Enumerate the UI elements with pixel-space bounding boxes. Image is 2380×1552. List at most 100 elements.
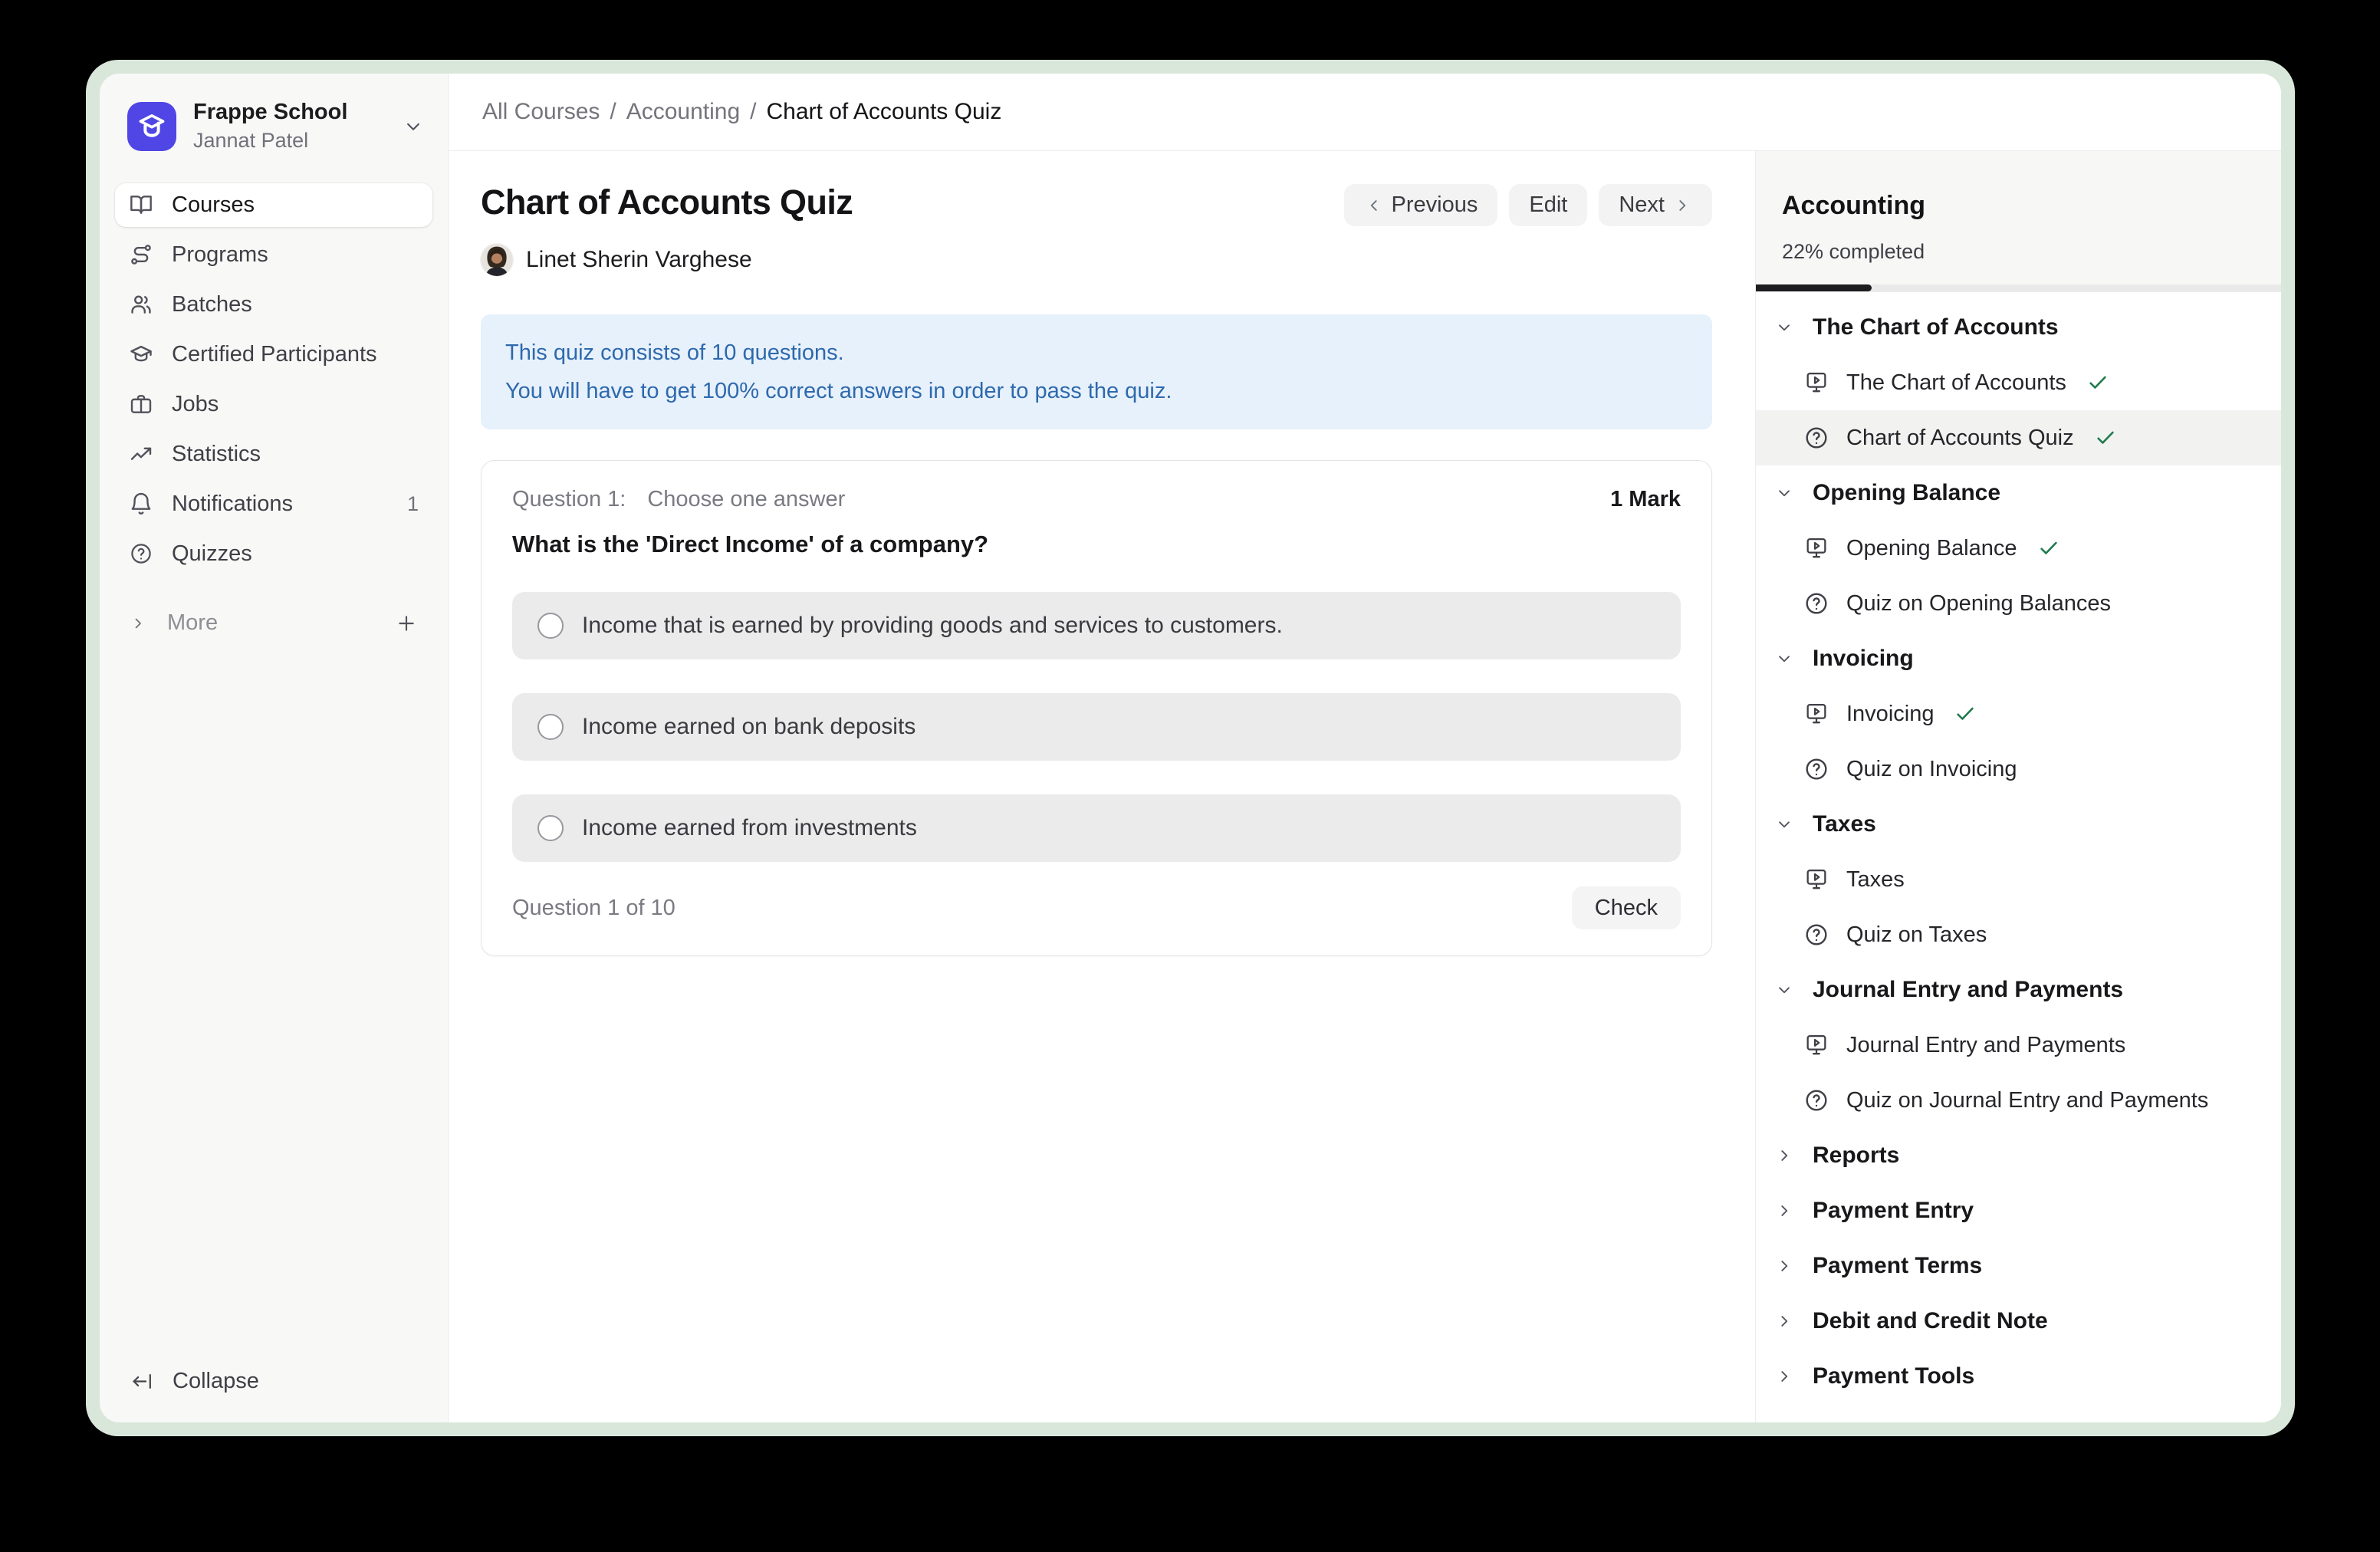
chevron-right-icon — [1672, 196, 1692, 215]
chapter-reports[interactable]: Reports — [1756, 1128, 2281, 1183]
chapter-the-chart-of-accounts[interactable]: The Chart of Accounts — [1756, 300, 2281, 355]
lesson-opening-balance[interactable]: Opening Balance — [1756, 521, 2281, 576]
lesson-quiz-on-invoicing[interactable]: Quiz on Invoicing — [1756, 741, 2281, 797]
chapter-taxes[interactable]: Taxes — [1756, 797, 2281, 852]
lesson-quiz-on-journal-entry-and-payments[interactable]: Quiz on Journal Entry and Payments — [1756, 1073, 2281, 1128]
notification-count-badge: 1 — [407, 492, 419, 516]
lesson-quiz-on-opening-balances[interactable]: Quiz on Opening Balances — [1756, 576, 2281, 631]
monitor-play-icon — [1803, 370, 1829, 396]
sidebar-item-label: Courses — [172, 192, 255, 218]
radio-button[interactable] — [537, 613, 564, 639]
chevron-down-icon — [1774, 814, 1794, 834]
breadcrumb: All Courses / Accounting / Chart of Acco… — [449, 74, 2281, 151]
breadcrumb-current: Chart of Accounts Quiz — [767, 99, 1002, 125]
check-button[interactable]: Check — [1572, 886, 1681, 929]
chapter-title: Debit and Credit Note — [1813, 1308, 2048, 1334]
lesson-title: Opening Balance — [1846, 536, 2017, 561]
chevron-down-icon — [1774, 483, 1794, 503]
frappe-school-logo — [127, 102, 176, 151]
check-icon — [2086, 371, 2109, 394]
monitor-play-icon — [1803, 701, 1829, 727]
question-marks: 1 Mark — [1610, 487, 1681, 512]
sidebar-nav: Courses Programs Batches Certified Particip… — [100, 183, 448, 576]
chapter-title: Payment Terms — [1813, 1253, 1982, 1279]
book-open-icon — [129, 192, 153, 217]
lesson-title: Invoicing — [1846, 702, 1934, 727]
quiz-notice: This quiz consists of 10 questions. You … — [481, 314, 1712, 429]
sidebar-item-quizzes[interactable]: Quizzes — [115, 532, 432, 576]
quiz-page: Chart of Accounts Quiz Previous Edit Nex… — [449, 151, 1755, 1422]
lesson-title: Journal Entry and Payments — [1846, 1033, 2125, 1058]
monitor-play-icon — [1803, 535, 1829, 561]
option-label: Income that is earned by providing goods… — [582, 613, 1283, 639]
graduation-cap-icon — [129, 342, 153, 367]
route-icon — [129, 242, 153, 267]
chapter-title: The Chart of Accounts — [1813, 314, 2059, 340]
question-progress: Question 1 of 10 — [512, 896, 676, 921]
answer-option[interactable]: Income earned from investments — [512, 794, 1681, 862]
question-card: Question 1: Choose one answer 1 Mark Wha… — [481, 460, 1712, 956]
lesson-title: Chart of Accounts Quiz — [1846, 426, 2074, 451]
author-name: Linet Sherin Varghese — [526, 247, 752, 273]
sidebar-item-label: Batches — [172, 292, 252, 317]
sidebar-item-courses[interactable]: Courses — [115, 183, 432, 227]
lesson-taxes[interactable]: Taxes — [1756, 852, 2281, 907]
chapter-title: Opening Balance — [1813, 480, 2000, 506]
breadcrumb-accounting[interactable]: Accounting — [626, 99, 740, 125]
bell-icon — [129, 492, 153, 516]
chevron-down-icon — [1774, 317, 1794, 337]
sidebar-item-more[interactable]: More — [115, 602, 432, 645]
sidebar-item-label: Quizzes — [172, 541, 252, 567]
sidebar-item-jobs[interactable]: Jobs — [115, 383, 432, 426]
chapter-payment-terms[interactable]: Payment Terms — [1756, 1238, 2281, 1294]
collapse-sidebar-button[interactable]: Collapse — [100, 1360, 448, 1402]
sidebar-item-batches[interactable]: Batches — [115, 283, 432, 327]
lesson-chart-of-accounts-quiz[interactable]: Chart of Accounts Quiz — [1756, 410, 2281, 465]
lesson-title: Quiz on Taxes — [1846, 922, 1987, 948]
chevron-down-icon[interactable] — [402, 115, 425, 138]
lesson-invoicing[interactable]: Invoicing — [1756, 686, 2281, 741]
chevron-right-icon — [1774, 1311, 1794, 1331]
lesson-title: Quiz on Invoicing — [1846, 757, 2017, 782]
breadcrumb-all-courses[interactable]: All Courses — [482, 99, 600, 125]
chevron-down-icon — [1774, 980, 1794, 1000]
lesson-the-chart-of-accounts[interactable]: The Chart of Accounts — [1756, 355, 2281, 410]
radio-button[interactable] — [537, 815, 564, 841]
answer-option[interactable]: Income earned on bank deposits — [512, 693, 1681, 761]
left-sidebar: Frappe School Jannat Patel Courses Progra… — [100, 74, 449, 1422]
question-number-label: Question 1: — [512, 487, 626, 512]
author-row: Linet Sherin Varghese — [481, 244, 1712, 276]
answer-option[interactable]: Income that is earned by providing goods… — [512, 592, 1681, 659]
chapter-journal-entry-and-payments[interactable]: Journal Entry and Payments — [1756, 962, 2281, 1018]
check-icon — [1954, 702, 1977, 725]
chevron-right-icon — [129, 614, 147, 633]
school-switcher[interactable]: Frappe School Jannat Patel — [100, 74, 448, 154]
sidebar-item-label: Certified Participants — [172, 342, 377, 367]
sidebar-item-statistics[interactable]: Statistics — [115, 432, 432, 476]
check-icon — [2037, 537, 2060, 560]
chapter-payment-entry[interactable]: Payment Entry — [1756, 1183, 2281, 1238]
monitor-play-icon — [1803, 866, 1829, 893]
sidebar-item-label: Programs — [172, 242, 268, 268]
help-circle-icon — [129, 541, 153, 566]
lesson-journal-entry-and-payments[interactable]: Journal Entry and Payments — [1756, 1018, 2281, 1073]
lesson-quiz-on-taxes[interactable]: Quiz on Taxes — [1756, 907, 2281, 962]
previous-button[interactable]: Previous — [1344, 184, 1498, 226]
chapter-debit-and-credit-note[interactable]: Debit and Credit Note — [1756, 1294, 2281, 1349]
course-progress-fill — [1756, 284, 1872, 291]
edit-button[interactable]: Edit — [1509, 184, 1587, 226]
sidebar-item-notifications[interactable]: Notifications1 — [115, 482, 432, 526]
chapter-opening-balance[interactable]: Opening Balance — [1756, 465, 2281, 521]
chapter-invoicing[interactable]: Invoicing — [1756, 631, 2281, 686]
chapter-payment-tools[interactable]: Payment Tools — [1756, 1349, 2281, 1404]
sidebar-item-programs[interactable]: Programs — [115, 233, 432, 277]
chevron-right-icon — [1774, 1256, 1794, 1276]
next-button[interactable]: Next — [1599, 184, 1712, 226]
check-icon — [2094, 426, 2117, 449]
plus-icon[interactable] — [394, 611, 419, 636]
briefcase-icon — [129, 392, 153, 416]
sidebar-item-certified-participants[interactable]: Certified Participants — [115, 333, 432, 376]
lesson-title: Taxes — [1846, 867, 1905, 893]
sidebar-item-label: Jobs — [172, 392, 219, 417]
radio-button[interactable] — [537, 714, 564, 740]
